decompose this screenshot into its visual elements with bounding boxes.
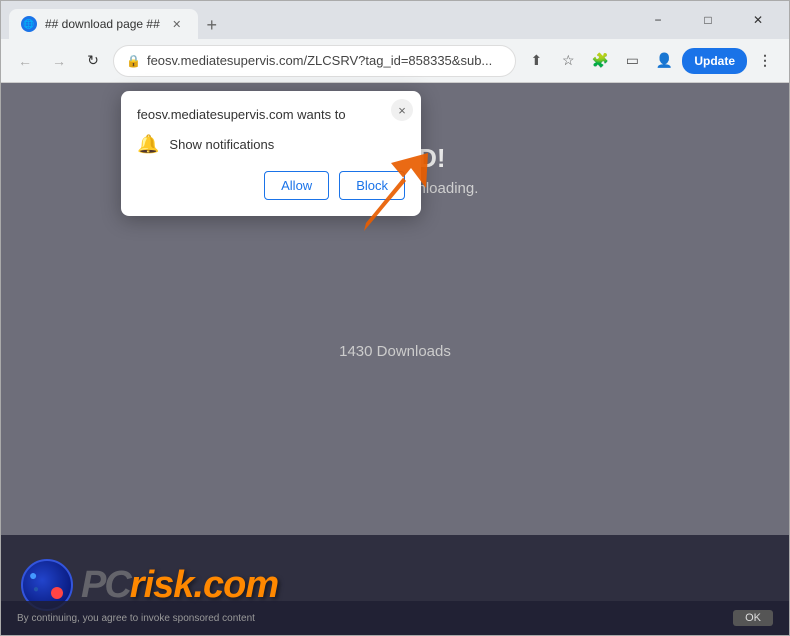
title-bar: 🌐 ## download page ## ✕ + − □ ✕ (1, 1, 789, 39)
footer-ok-button[interactable]: OK (733, 610, 773, 626)
notification-popup: feosv.mediatesupervis.com wants to 🔔 Sho… (121, 91, 421, 216)
pcrisk-dot-icon: ● (29, 567, 37, 583)
allow-button[interactable]: Allow (264, 171, 329, 200)
download-count: 1430 Downloads (339, 343, 451, 360)
window-close-button[interactable]: ✕ (735, 4, 781, 36)
share-icon[interactable]: ⬆ (522, 47, 550, 75)
maximize-button[interactable]: □ (685, 4, 731, 36)
bookmark-icon[interactable]: ☆ (554, 47, 582, 75)
sidebar-icon[interactable]: ▭ (618, 47, 646, 75)
extensions-icon[interactable]: 🧩 (586, 47, 614, 75)
lock-icon: 🔒 (126, 54, 141, 68)
browser-window: 🌐 ## download page ## ✕ + − □ ✕ ← → ↻ 🔒 … (0, 0, 790, 636)
address-input[interactable]: 🔒 feosv.mediatesupervis.com/ZLCSRV?tag_i… (113, 45, 516, 77)
popup-buttons: Allow Block (137, 171, 405, 200)
block-button[interactable]: Block (339, 171, 405, 200)
footer-bar: By continuing, you agree to invoke spons… (1, 601, 789, 635)
forward-button[interactable]: → (45, 47, 73, 75)
favicon-icon: 🌐 (23, 19, 34, 30)
tab-area: 🌐 ## download page ## ✕ + (9, 1, 627, 39)
popup-close-button[interactable]: × (391, 99, 413, 121)
url-text: feosv.mediatesupervis.com/ZLCSRV?tag_id=… (147, 53, 503, 68)
notification-label: Show notifications (169, 137, 274, 152)
address-actions: ⬆ ☆ 🧩 ▭ 👤 Update ⋮ (522, 47, 779, 75)
tab-favicon: 🌐 (21, 16, 37, 32)
address-bar: ← → ↻ 🔒 feosv.mediatesupervis.com/ZLCSRV… (1, 39, 789, 83)
profile-icon[interactable]: 👤 (650, 47, 678, 75)
active-tab[interactable]: 🌐 ## download page ## ✕ (9, 9, 198, 39)
update-button[interactable]: Update (682, 48, 747, 74)
minimize-button[interactable]: − (635, 4, 681, 36)
new-tab-button[interactable]: + (198, 11, 226, 39)
menu-button[interactable]: ⋮ (751, 47, 779, 75)
back-button[interactable]: ← (11, 47, 39, 75)
tab-title: ## download page ## (45, 17, 160, 31)
page-content: NLOAD! ons to start downloading. 1430 Do… (1, 83, 789, 635)
title-bar-controls: − □ ✕ (635, 4, 781, 36)
popup-notification-row: 🔔 Show notifications (137, 134, 405, 155)
footer-text: By continuing, you agree to invoke spons… (17, 613, 255, 624)
bell-icon: 🔔 (137, 134, 159, 155)
pcrisk-dot2-icon: ● (33, 584, 39, 595)
tab-close-button[interactable]: ✕ (168, 15, 186, 33)
refresh-button[interactable]: ↻ (79, 47, 107, 75)
popup-header: feosv.mediatesupervis.com wants to (137, 107, 405, 122)
